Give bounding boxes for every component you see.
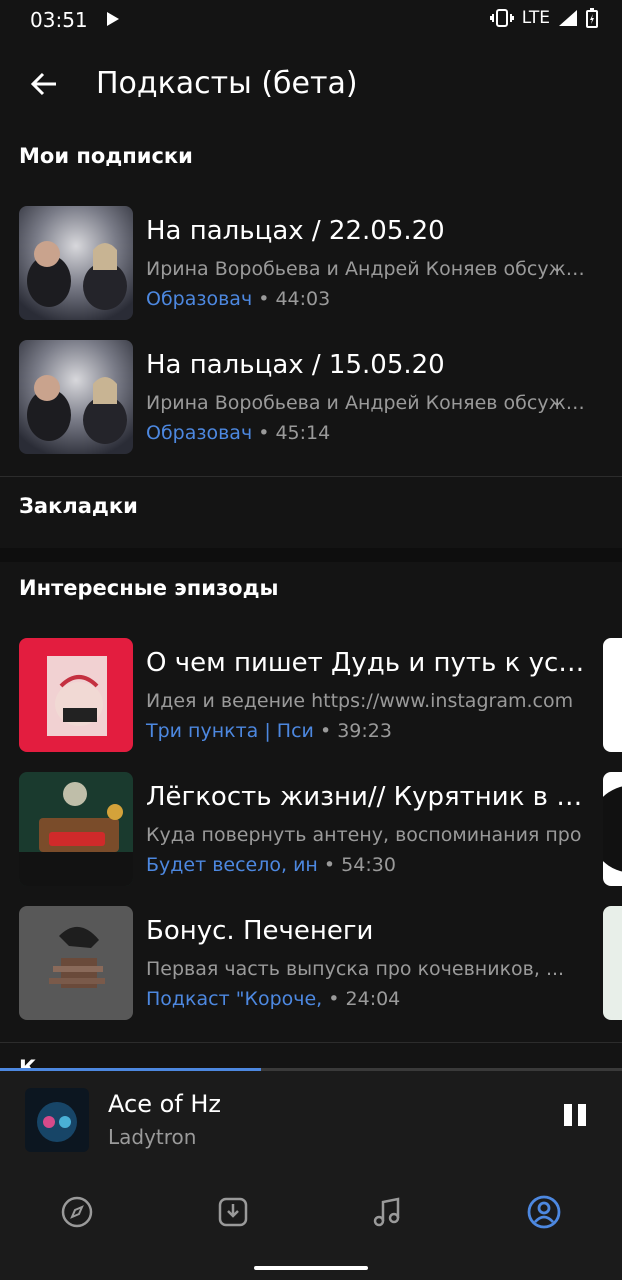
meta-separator: • [258, 288, 276, 310]
section-separator [0, 548, 622, 562]
episode-author[interactable]: Подкаст "Короче, [146, 988, 322, 1010]
section-title-interesting: Интересные эпизоды [19, 576, 279, 600]
episode-duration: 24:04 [345, 988, 401, 1010]
pause-button[interactable] [562, 1102, 590, 1130]
status-icons: LTE [489, 8, 598, 28]
episode-title: О чем пишет Дудь и путь к успеху [146, 648, 586, 678]
episode-title: Лёгкость жизни// Курятник в квартире [146, 782, 586, 812]
home-indicator[interactable] [254, 1266, 368, 1270]
episode-meta: Образовач • 44:03 [146, 288, 586, 310]
episode-cover [19, 638, 133, 752]
episode-duration: 45:14 [275, 422, 331, 444]
app-bar: Подкасты (бета) [0, 48, 622, 120]
subscription-episode[interactable]: На пальцах / 15.05.20 Ирина Воробьева и … [0, 340, 622, 460]
episode-description: Идея и ведение https://www.instagram.com [146, 690, 574, 712]
media-playing-icon [107, 12, 119, 26]
download-icon [218, 1197, 248, 1227]
nav-downloads[interactable] [213, 1192, 253, 1232]
episode-cover [19, 340, 133, 454]
interesting-episode[interactable]: Лёгкость жизни// Курятник в квартире Куд… [0, 772, 622, 892]
interesting-episode[interactable]: О чем пишет Дудь и путь к успеху Идея и … [0, 638, 622, 758]
episode-meta: Будет весело, ин • 54:30 [146, 854, 586, 876]
interesting-episode[interactable]: Бонус. Печенеги Первая часть выпуска про… [0, 906, 622, 1026]
episode-title: На пальцах / 22.05.20 [146, 216, 445, 246]
network-type: LTE [521, 8, 550, 28]
next-card-peek[interactable] [603, 772, 622, 886]
episode-meta: Подкаст "Короче, • 24:04 [146, 988, 586, 1010]
playback-progress-fill [0, 1068, 261, 1071]
episode-title: На пальцах / 15.05.20 [146, 350, 445, 380]
episode-cover [19, 906, 133, 1020]
pause-icon [578, 1104, 586, 1126]
divider [0, 476, 622, 477]
page-title: Подкасты (бета) [96, 66, 358, 101]
section-title-subscriptions: Мои подписки [19, 144, 193, 168]
vibrate-icon [489, 9, 514, 27]
section-title-bookmarks[interactable]: Закладки [19, 494, 138, 518]
meta-separator: • [258, 422, 276, 444]
episode-cover [19, 772, 133, 886]
divider [0, 1042, 622, 1043]
meta-separator: • [328, 988, 346, 1010]
episode-meta: Три пункта | Пси • 39:23 [146, 720, 586, 742]
mini-player[interactable]: Ace of Hz Ladytron [0, 1068, 622, 1170]
bottom-navigation [0, 1170, 622, 1280]
meta-separator: • [323, 854, 342, 876]
meta-separator: • [319, 720, 338, 742]
episode-cover [19, 206, 133, 320]
episode-description: Ирина Воробьева и Андрей Коняев обсуждаю… [146, 392, 586, 414]
episode-description: Ирина Воробьева и Андрей Коняев обсуждаю… [146, 258, 586, 280]
compass-icon [61, 1196, 93, 1228]
music-note-icon [373, 1197, 400, 1227]
episode-author[interactable]: Будет весело, ин [146, 854, 318, 876]
nav-discover[interactable] [57, 1192, 97, 1232]
episode-author[interactable]: Образовач [146, 422, 252, 444]
subscription-episode[interactable]: На пальцах / 22.05.20 Ирина Воробьева и … [0, 206, 622, 326]
track-cover [25, 1088, 89, 1152]
nav-music[interactable] [367, 1192, 407, 1232]
episode-author[interactable]: Три пункта | Пси [146, 720, 314, 742]
episode-duration: 44:03 [275, 288, 331, 310]
back-button[interactable] [24, 64, 64, 104]
next-card-peek[interactable] [603, 638, 622, 752]
account-icon [527, 1195, 561, 1229]
track-title: Ace of Hz [108, 1090, 221, 1118]
track-artist: Ladytron [108, 1125, 197, 1149]
episode-description: Куда повернуть антену, воспоминания про [146, 824, 582, 846]
episode-author[interactable]: Образовач [146, 288, 252, 310]
episode-description: Первая часть выпуска про кочевников, ... [146, 958, 565, 980]
episode-duration: 39:23 [337, 720, 392, 742]
nav-profile[interactable] [524, 1192, 564, 1232]
episode-title: Бонус. Печенеги [146, 916, 374, 946]
status-time: 03:51 [30, 8, 88, 32]
next-card-peek[interactable] [603, 906, 622, 1020]
episode-meta: Образовач • 45:14 [146, 422, 586, 444]
battery-icon [586, 8, 598, 28]
signal-icon [559, 10, 577, 26]
status-bar: 03:51 LTE [0, 0, 622, 40]
episode-duration: 54:30 [341, 854, 396, 876]
section-title-partial: К [19, 1056, 37, 1068]
pause-icon [564, 1104, 572, 1126]
arrow-back-icon [30, 72, 56, 96]
